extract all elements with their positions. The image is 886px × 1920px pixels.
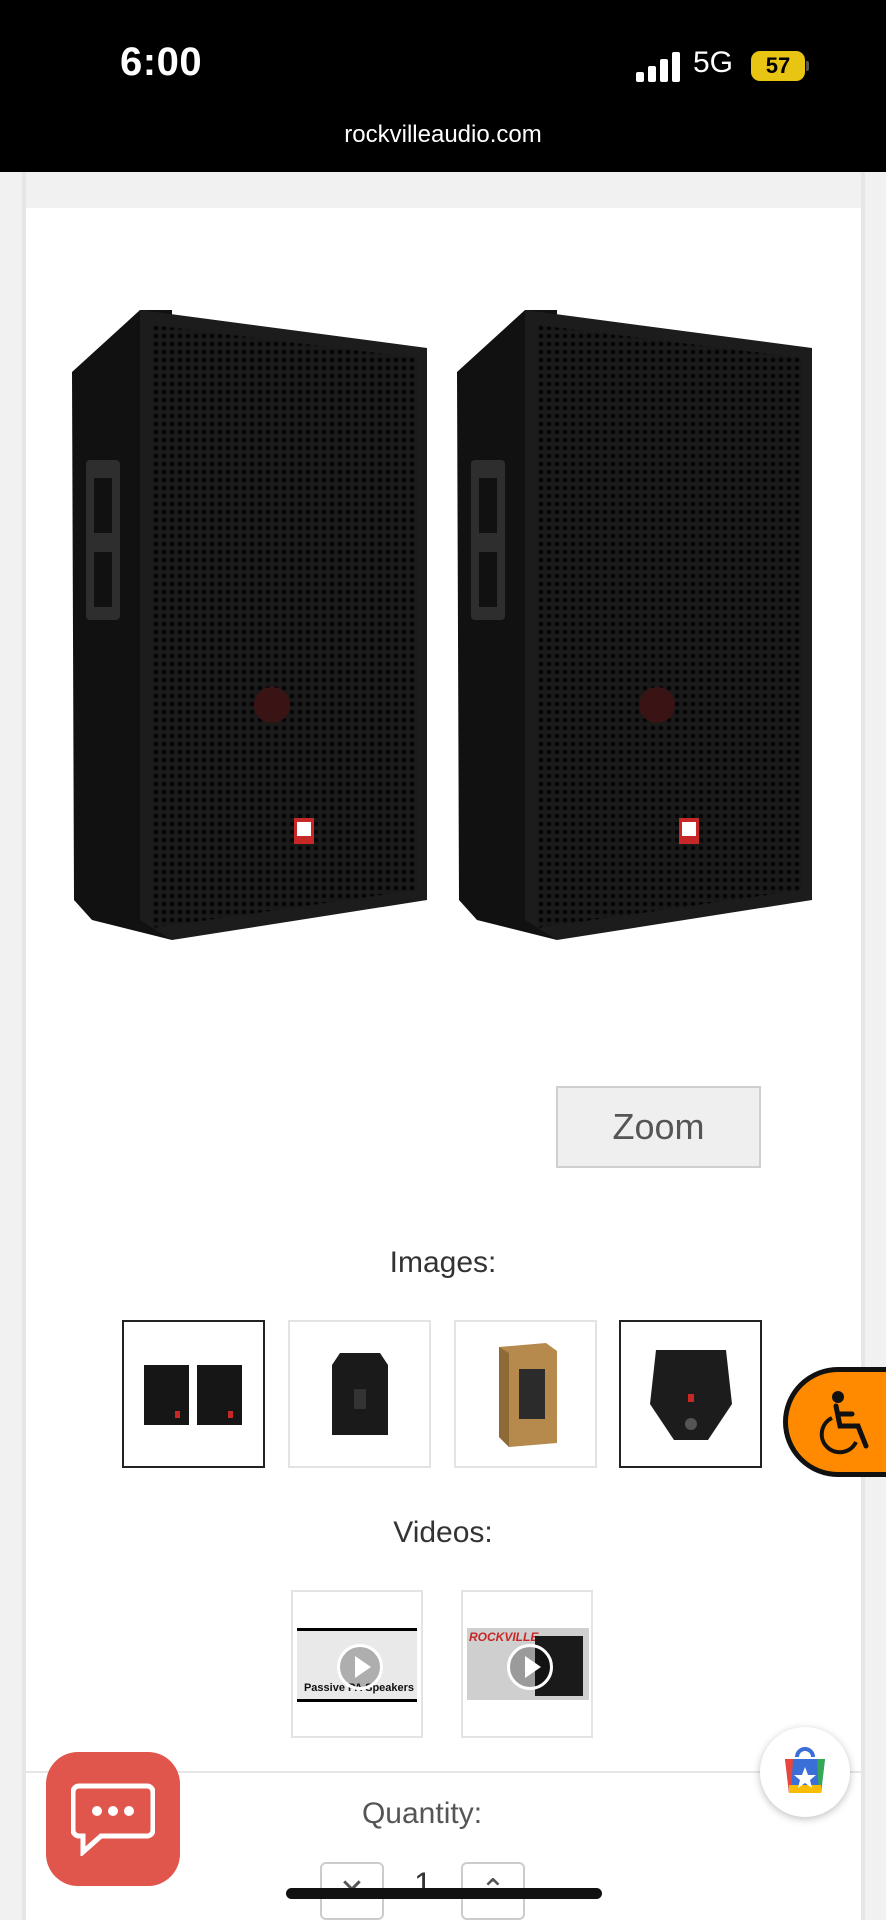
speaker-left (72, 310, 427, 940)
signal-icon (636, 52, 680, 82)
top-strip (22, 172, 865, 208)
thumbnail-speaker-top (649, 1350, 732, 1440)
video-thumbnail-1[interactable]: Passive PA Speakers (291, 1590, 423, 1738)
speaker-right (457, 310, 812, 940)
zoom-button[interactable]: Zoom (556, 1086, 761, 1168)
status-bar: 6:00 5G 57 rockvilleaudio.com (0, 0, 886, 172)
video-thumbnail-2[interactable]: ROCKVILLE (461, 1590, 593, 1738)
home-indicator[interactable] (286, 1888, 602, 1899)
network-type: 5G (693, 46, 734, 79)
image-thumbnail-1[interactable] (122, 1320, 265, 1468)
image-thumbnail-2[interactable] (288, 1320, 431, 1468)
product-image[interactable] (72, 300, 822, 950)
image-thumbnail-3[interactable] (454, 1320, 597, 1468)
shopping-bag-star-icon (785, 1747, 825, 1793)
thumbnail-speakers-pair (143, 1365, 242, 1425)
clock: 6:00 (120, 40, 203, 84)
images-heading: Images: (389, 1246, 497, 1279)
battery-level: 57 (751, 51, 805, 81)
thumbnail-box (498, 1343, 557, 1447)
videos-heading: Videos: (393, 1516, 493, 1549)
image-thumbnail-4[interactable] (619, 1320, 762, 1468)
quantity-label: Quantity: (361, 1797, 483, 1830)
url-bar[interactable]: rockvilleaudio.com (0, 121, 886, 149)
wheelchair-icon (819, 1391, 869, 1455)
play-icon (337, 1644, 383, 1690)
video-caption-2: ROCKVILLE (469, 1630, 539, 1644)
thumbnail-speaker-side (331, 1353, 388, 1435)
accessibility-button[interactable] (783, 1367, 886, 1477)
play-icon (507, 1644, 553, 1690)
battery-icon: 57 (751, 51, 809, 81)
